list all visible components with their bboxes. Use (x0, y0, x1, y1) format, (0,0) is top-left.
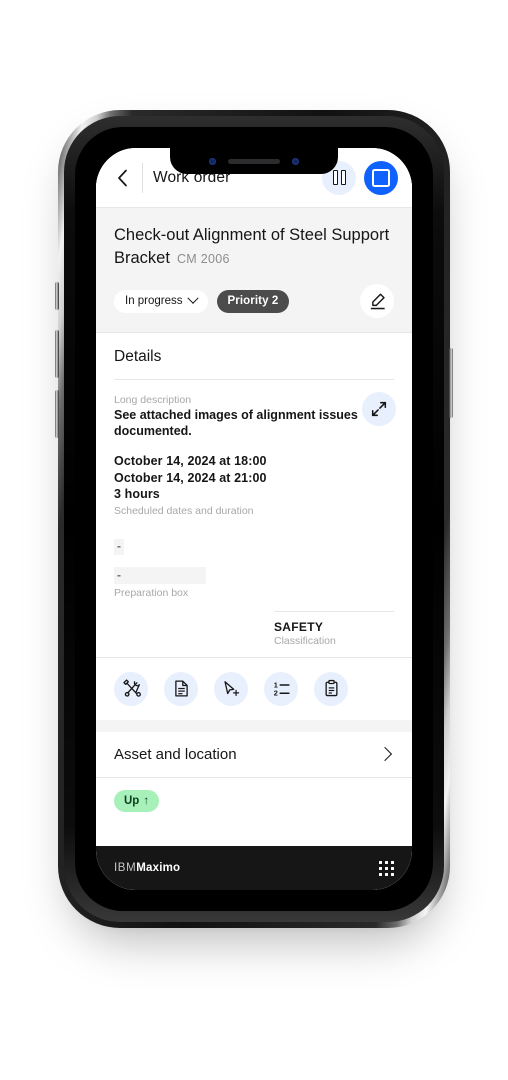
priority-badge: Priority 2 (216, 289, 290, 313)
section-spacer (96, 719, 412, 732)
schedule-caption: Scheduled dates and duration (114, 504, 254, 517)
classification-value: SAFETY (274, 619, 324, 634)
work-order-meta-row: In progress Priority 2 (114, 284, 394, 318)
power-button[interactable] (449, 348, 453, 418)
up-badge-row: Up ↑ (96, 778, 412, 826)
tools-button[interactable] (114, 671, 148, 706)
screenshot-stage: Work order Check-out Alignment of Steel … (0, 0, 508, 1080)
app-grid-icon[interactable] (379, 860, 394, 876)
back-button[interactable] (106, 162, 138, 194)
schedule-start: October 14, 2024 at 18:00 (114, 454, 267, 468)
work-order-title-row: Check-out Alignment of Steel Support Bra… (114, 224, 394, 271)
schedule-field: October 14, 2024 at 18:00 October 14, 20… (96, 439, 412, 517)
expand-arrows-icon (371, 401, 387, 417)
preparation-input[interactable]: - (114, 566, 206, 584)
front-sensor-icon (209, 157, 216, 165)
preparation-field: - - Preparation box (96, 517, 412, 599)
schedule-end: October 14, 2024 at 21:00 (114, 470, 267, 485)
phone-bezel: Work order Check-out Alignment of Steel … (75, 127, 433, 911)
action-icon-row: 1 2 (96, 656, 412, 720)
asset-location-label: Asset and location (114, 745, 237, 763)
expand-description-button[interactable] (362, 392, 396, 426)
document-icon (174, 680, 188, 697)
numbered-list-button[interactable]: 1 2 (264, 671, 298, 706)
clipboard-button[interactable] (314, 671, 348, 706)
long-description-value: See attached images of alignment issues … (114, 408, 358, 438)
long-description-label: Long description (114, 394, 192, 406)
work-order-number: CM 2006 (176, 252, 230, 266)
phone-notch (170, 148, 338, 174)
classification-caption: Classification (274, 634, 336, 647)
phone-frame: Work order Check-out Alignment of Steel … (58, 110, 450, 928)
topbar-divider (142, 162, 143, 193)
chevron-right-icon (377, 746, 393, 762)
stop-square-icon (372, 168, 390, 187)
up-badge[interactable]: Up ↑ (114, 789, 160, 812)
chevron-down-icon (186, 292, 199, 304)
phone-frame-inner: Work order Check-out Alignment of Steel … (64, 116, 444, 922)
silent-switch[interactable] (55, 282, 59, 310)
edit-button[interactable] (360, 284, 394, 318)
schedule-duration: 3 hours (114, 487, 160, 501)
numbered-list-icon: 1 2 (273, 680, 290, 698)
brand-name: Maximo (136, 862, 181, 874)
work-order-header: Check-out Alignment of Steel Support Bra… (96, 208, 412, 333)
work-order-title: Check-out Alignment of Steel Support Bra… (114, 226, 390, 267)
maximo-app: Work order Check-out Alignment of Steel … (96, 148, 412, 890)
arrow-up-icon: ↑ (143, 794, 150, 807)
preparation-caption: Preparation box (114, 586, 189, 599)
brand-prefix: IBM (114, 862, 137, 874)
details-content: Details Long description See attached im… (96, 333, 412, 846)
status-label: In progress (125, 295, 183, 307)
up-badge-label: Up (124, 794, 140, 807)
edit-pencil-icon (370, 293, 385, 309)
front-camera-icon (292, 157, 299, 165)
cursor-add-button[interactable] (214, 671, 248, 706)
pause-icon (332, 170, 346, 185)
clipboard-icon (324, 679, 338, 697)
chevron-left-icon (117, 169, 127, 186)
brand-logo: IBMMaximo (114, 862, 180, 874)
earpiece-speaker (228, 158, 280, 164)
cursor-add-icon (223, 681, 239, 697)
svg-text:2: 2 (273, 689, 277, 698)
preparation-value-1: - (114, 538, 124, 555)
classification-divider (274, 610, 394, 612)
app-footer: IBMMaximo (96, 846, 412, 890)
long-description-field: Long description See attached images of … (96, 380, 412, 439)
volume-up-button[interactable] (55, 330, 59, 378)
status-dropdown[interactable]: In progress (114, 289, 208, 313)
asset-location-row[interactable]: Asset and location (96, 732, 412, 778)
document-button[interactable] (164, 671, 198, 706)
details-section-title: Details (114, 348, 162, 365)
phone-screen: Work order Check-out Alignment of Steel … (96, 148, 412, 890)
stop-button[interactable] (364, 160, 398, 195)
classification-field: SAFETY Classification (96, 610, 394, 647)
priority-label: Priority 2 (227, 295, 279, 307)
volume-down-button[interactable] (55, 390, 59, 438)
tools-icon (122, 679, 141, 697)
